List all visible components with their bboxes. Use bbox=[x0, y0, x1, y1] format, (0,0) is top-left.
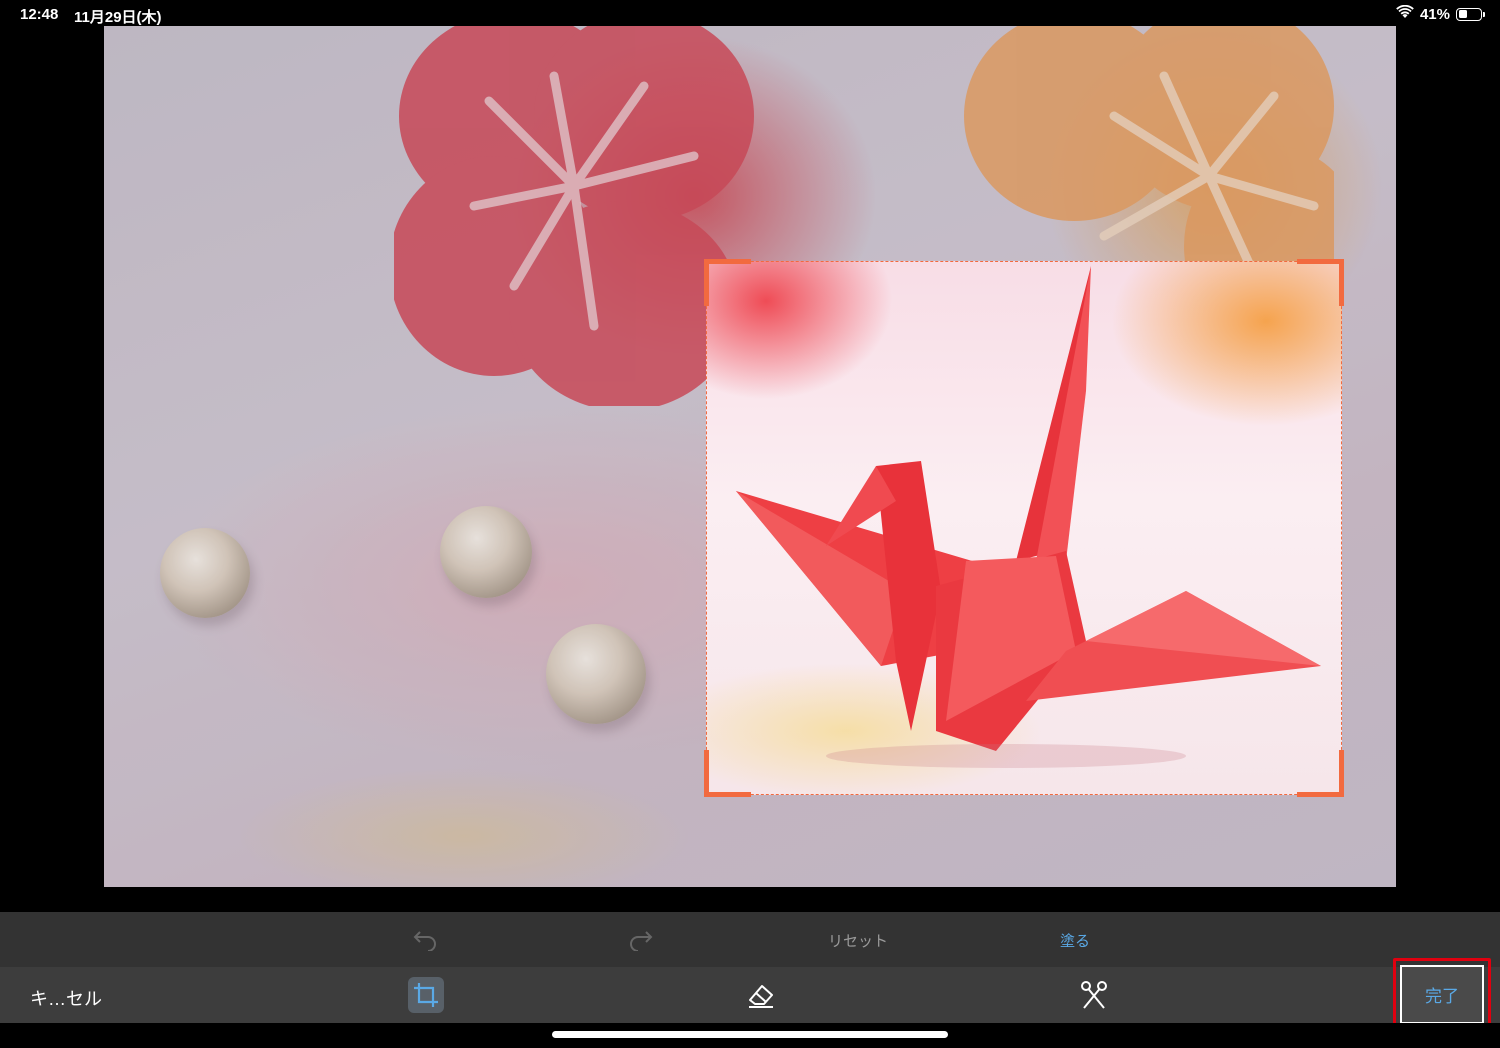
done-button[interactable]: 完了 bbox=[1400, 965, 1484, 1024]
crop-icon[interactable] bbox=[408, 977, 444, 1013]
status-date: 11月29日(木) bbox=[74, 9, 162, 26]
done-label: 完了 bbox=[1425, 987, 1459, 1006]
selection-handle-bottom-right[interactable] bbox=[1297, 750, 1344, 797]
scissors-icon[interactable] bbox=[1078, 978, 1110, 1012]
status-bar: 12:48 11月29日(木) 41% bbox=[0, 0, 1500, 28]
selection-handle-top-left[interactable] bbox=[704, 259, 751, 306]
status-right: 41% bbox=[1396, 4, 1485, 23]
redo-icon[interactable] bbox=[626, 926, 656, 954]
wifi-icon bbox=[1396, 4, 1414, 23]
paint-button[interactable]: 塗る bbox=[1060, 930, 1090, 951]
battery-percent: 41% bbox=[1419, 5, 1450, 23]
screen: 12:48 11月29日(木) 41% リセット 塗る キ…セル 完了 bbox=[0, 0, 1500, 1048]
undo-icon[interactable] bbox=[410, 926, 440, 954]
cancel-button[interactable]: キ…セル bbox=[30, 985, 102, 1011]
edit-toolbar bbox=[0, 912, 1500, 967]
selection-border[interactable] bbox=[704, 259, 1344, 797]
reset-button[interactable]: リセット bbox=[828, 930, 888, 951]
battery-icon bbox=[1456, 7, 1485, 21]
selection-handle-bottom-left[interactable] bbox=[704, 750, 751, 797]
eraser-icon[interactable] bbox=[744, 979, 778, 1011]
battery-fill bbox=[1458, 10, 1467, 18]
home-indicator[interactable] bbox=[552, 1031, 948, 1038]
selection-handle-top-right[interactable] bbox=[1297, 259, 1344, 306]
status-time: 12:48 bbox=[20, 6, 59, 23]
